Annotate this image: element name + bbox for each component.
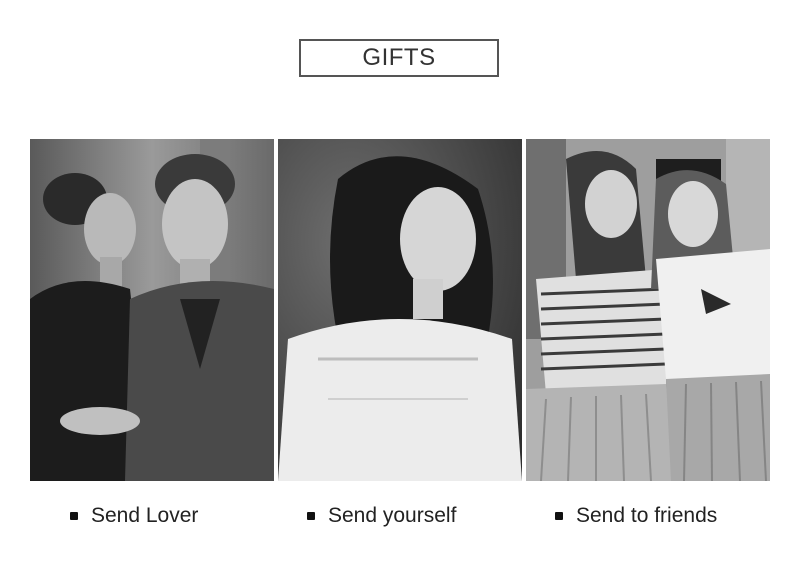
caption-text: Send to friends bbox=[576, 504, 718, 527]
caption-text: Send Lover bbox=[91, 504, 199, 527]
woman-portrait-photo bbox=[278, 139, 522, 481]
gifts-title: GIFTS bbox=[299, 39, 499, 77]
bullet-icon bbox=[555, 512, 563, 520]
bullet-icon bbox=[307, 512, 315, 520]
caption-text: Send yourself bbox=[328, 504, 457, 527]
bullet-icon bbox=[70, 512, 78, 520]
couple-photo bbox=[30, 139, 274, 481]
caption-send-lover: Send Lover bbox=[70, 503, 198, 529]
caption-send-to-friends: Send to friends bbox=[555, 503, 717, 529]
gifts-title-text: GIFTS bbox=[362, 44, 436, 71]
two-friends-photo bbox=[526, 139, 770, 481]
caption-send-yourself: Send yourself bbox=[307, 503, 456, 529]
